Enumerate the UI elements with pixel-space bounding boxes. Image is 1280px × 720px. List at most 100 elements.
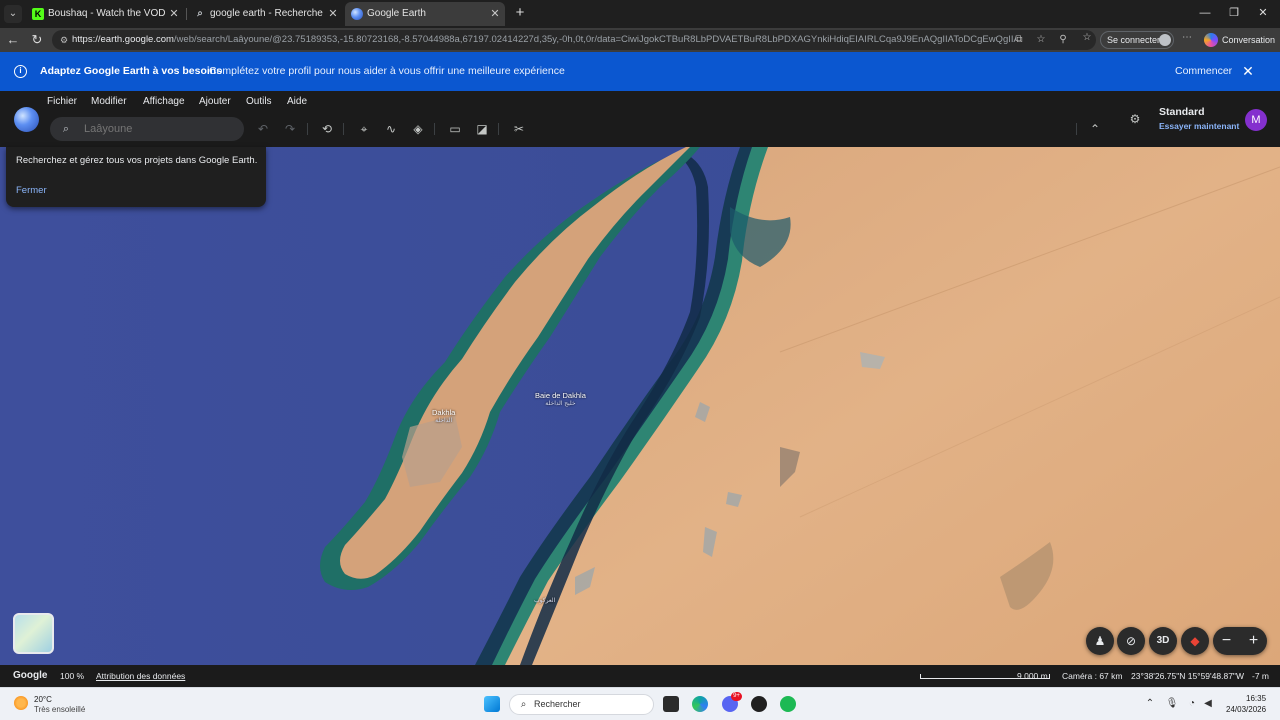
spotify-icon[interactable] [780,696,796,712]
reload-icon[interactable]: ↻ [27,30,47,50]
notification-badge: 9+ [731,692,742,701]
tab-kick[interactable]: K Boushaq - Watch the VOD on Kick ✕ [26,2,184,26]
map-status-bar: Google 100 % Attribution des données 9 0… [0,665,1280,687]
settings-gear-icon[interactable]: ⚙ [1126,110,1144,128]
install-app-icon[interactable]: ⧉ [1012,33,1026,47]
task-view-icon[interactable] [663,696,679,712]
tooltip-text: Recherchez et gérez tous vos projets dan… [16,155,258,166]
undo-icon[interactable]: ↶ [254,120,272,138]
toolbar-divider [498,123,499,135]
menu-add[interactable]: Ajouter [199,95,231,109]
tab-list-chevron-icon[interactable]: ⌄ [4,5,22,23]
clock-time[interactable]: 16:35 [1246,694,1266,703]
copilot-conversation-button[interactable]: Conversation [1204,31,1275,49]
zoom-out-icon[interactable]: − [1213,627,1240,655]
elevation: -7 m [1252,671,1269,681]
search-box[interactable]: ⌕ [50,117,244,141]
microphone-icon[interactable]: 🎙 [1165,697,1179,711]
close-icon[interactable]: ✕ [1241,64,1255,78]
tray-chevron-icon[interactable]: ⌃ [1143,697,1157,711]
toggle-3d-button[interactable]: 3D [1149,627,1177,655]
favorites-icon[interactable]: ☆ [1080,31,1094,45]
tab-google-earth[interactable]: Google Earth ✕ [345,2,505,26]
google-earth-logo-icon[interactable] [14,107,39,132]
plan-title: Standard [1159,106,1205,118]
street-view-pegman-icon[interactable]: ♟ [1086,627,1114,655]
menu-tools[interactable]: Outils [246,95,272,109]
toolbar-divider [434,123,435,135]
map-label-bay[interactable]: Baie de Dakhla خليج الداخلة [535,391,586,407]
tab-title: Google Earth [367,8,426,19]
path-icon[interactable]: ∿ [382,120,400,138]
windows-start-icon[interactable] [484,696,500,712]
minimize-icon[interactable]: — [1195,3,1215,23]
map-imagery [0,147,1280,665]
weather-description[interactable]: Très ensoleillé [34,705,85,714]
weather-temperature[interactable]: 20°C [34,695,52,704]
menu-view[interactable]: Affichage [143,95,185,109]
zoom-level: 100 % [60,671,85,681]
app-icon[interactable] [751,696,767,712]
wifi-icon[interactable]: ◔ [1185,697,1199,711]
toolbar-divider [307,123,308,135]
map-style-thumbnail[interactable] [13,613,54,654]
kick-logo-icon: K [32,8,44,20]
sun-icon[interactable] [14,696,28,710]
address-bar[interactable]: ⚙ https://earth.google.com/web/search/La… [52,30,1096,50]
start-button[interactable]: Commencer [1175,52,1232,91]
camera-altitude: Caméra : 67 km [1062,671,1123,681]
layers-icon[interactable]: ◈ [409,120,427,138]
clock-date[interactable]: 24/03/2026 [1226,705,1266,714]
placemark-icon[interactable]: ⌖ [355,120,373,138]
sign-in-button[interactable]: Se connecter [1100,31,1174,49]
history-icon[interactable]: ⟲ [318,120,336,138]
close-tab-icon[interactable]: ✕ [327,2,339,26]
menu-file[interactable]: Fichier [47,95,77,109]
back-arrow-icon[interactable]: ← [3,30,23,50]
more-menu-icon[interactable]: ⋯ [1180,31,1194,45]
photo-toggle-icon[interactable]: ⊘ [1117,627,1145,655]
toolbar-divider [343,123,344,135]
image-overlay-icon[interactable]: ◪ [473,120,491,138]
tooltip-close-link[interactable]: Fermer [16,185,47,196]
data-attribution-link[interactable]: Attribution des données [96,665,185,687]
close-tab-icon[interactable]: ✕ [489,2,501,26]
close-tab-icon[interactable]: ✕ [168,2,180,26]
zoom-in-icon[interactable]: + [1240,627,1267,655]
search-input[interactable] [84,121,234,137]
info-icon: i [14,65,27,78]
toolbar-divider [1076,123,1077,135]
tab-title: google earth - Recherche [210,8,323,19]
taskbar-search[interactable]: ⌕ Rechercher [509,694,654,715]
map-label-arabic-town[interactable]: العركوب [534,597,555,604]
compass-icon[interactable]: ◆ [1181,627,1209,655]
zoom-controls: − + [1213,627,1267,655]
tools-icon[interactable]: ✂ [510,120,528,138]
try-now-link[interactable]: Essayer maintenant [1159,121,1239,131]
edge-browser-icon[interactable] [692,696,708,712]
map-label-dakhla[interactable]: Dakhla الداخلة [432,408,455,424]
user-avatar[interactable]: M [1245,109,1267,131]
menu-edit[interactable]: Modifier [91,95,127,109]
menu-help[interactable]: Aide [287,95,307,109]
collapse-chevron-icon[interactable]: ⌃ [1086,120,1104,138]
satellite-map[interactable]: Dakhla الداخلة Baie de Dakhla خليج الداخ… [0,147,1280,665]
bookmark-star-icon[interactable]: ☆ [1034,33,1048,47]
earth-icon [351,8,363,20]
volume-icon[interactable]: ◀ [1201,697,1215,711]
new-tab-plus-icon[interactable]: + [511,4,529,22]
windows-taskbar: 20°C Très ensoleillé ⌕ Rechercher 9+ ⌃ 🎙… [0,687,1280,720]
tab-google-search[interactable]: ⌕ google earth - Recherche ✕ [188,2,343,26]
ruler-icon[interactable]: ▭ [446,120,464,138]
site-info-icon[interactable]: ⚙ [58,34,70,46]
search-icon: ⌕ [197,8,203,19]
url-text[interactable]: https://earth.google.com/web/search/Laây… [72,30,1016,50]
redo-icon[interactable]: ↷ [281,120,299,138]
restore-icon[interactable]: ❐ [1224,3,1244,23]
close-window-icon[interactable]: ✕ [1253,3,1273,23]
search-icon: ⌕ [62,123,70,135]
extensions-icon[interactable]: ⚲ [1056,33,1070,47]
copilot-icon [1204,33,1218,47]
cursor-coordinates: 23°38'26.75"N 15°59'48.87"W [1131,671,1244,681]
tab-separator [186,8,187,20]
